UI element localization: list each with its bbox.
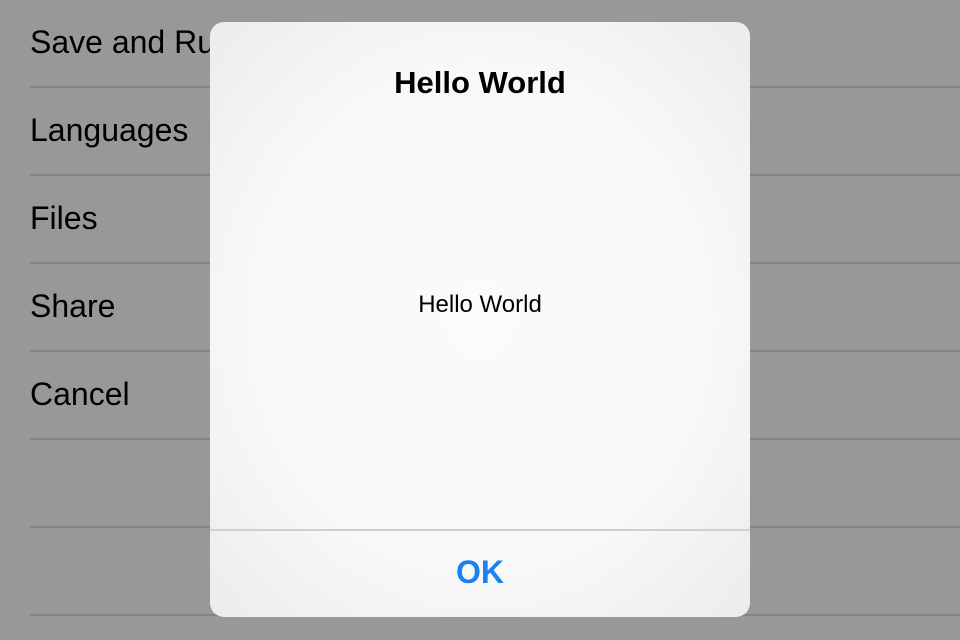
menu-item-label: Cancel bbox=[30, 376, 130, 412]
ok-button[interactable]: OK bbox=[210, 531, 750, 617]
menu-item-label: Save and Run bbox=[30, 24, 233, 60]
menu-item-label: Languages bbox=[30, 112, 189, 148]
alert-title: Hello World bbox=[394, 65, 566, 100]
alert-dialog: Hello World Hello World OK bbox=[210, 22, 750, 617]
menu-item-label: Files bbox=[30, 200, 98, 236]
alert-message: Hello World bbox=[418, 291, 542, 318]
ok-button-label: OK bbox=[456, 553, 504, 590]
menu-item-label: Share bbox=[30, 288, 116, 324]
